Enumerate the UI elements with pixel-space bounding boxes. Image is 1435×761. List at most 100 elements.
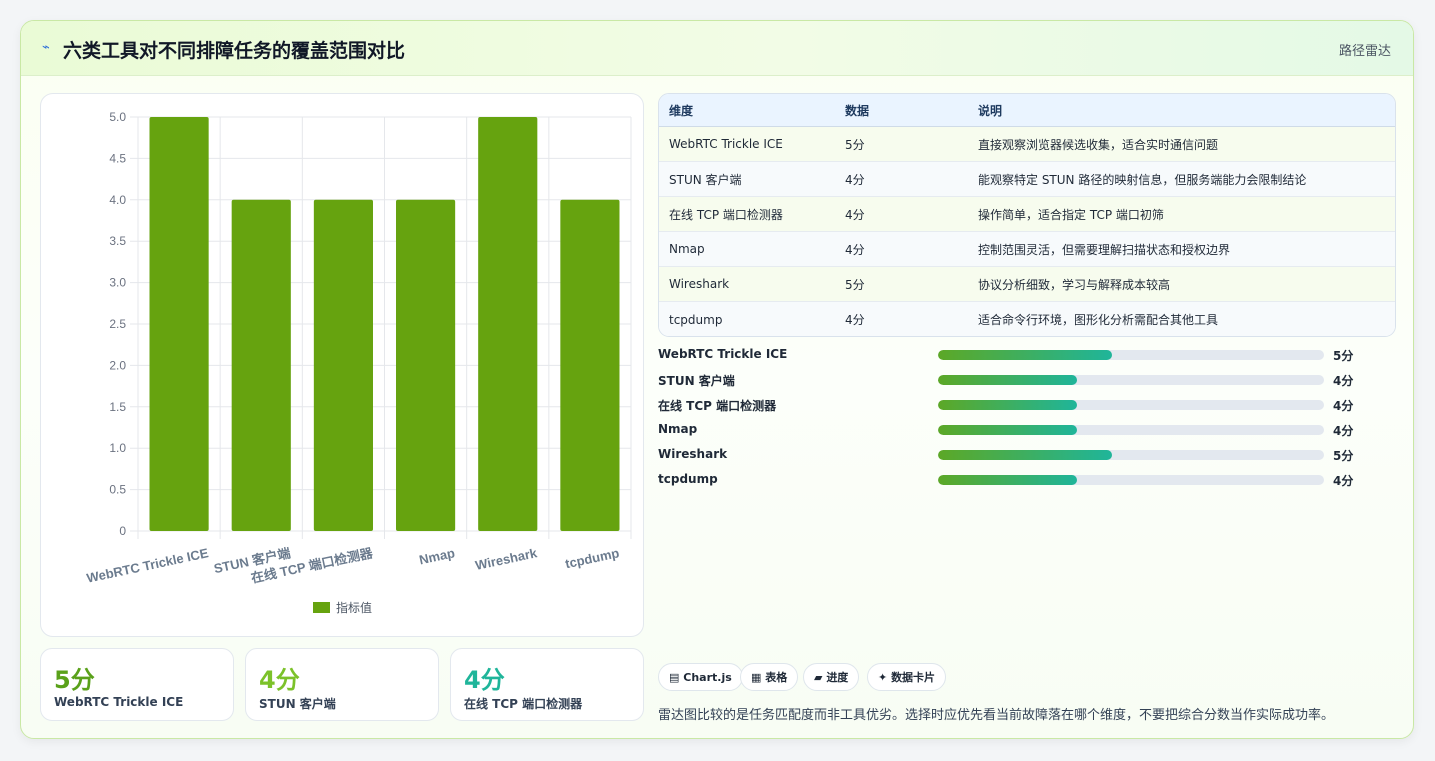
table-header-cell: 数据 [845, 103, 870, 118]
table-row: Wireshark 5分 协议分析细致，学习与解释成本较高 [659, 267, 1395, 302]
table-header-cell: 说明 [978, 103, 1003, 118]
data-table: 维度 数据 说明 WebRTC Trickle ICE 5分 直接观察浏览器候选… [658, 93, 1396, 337]
table-cell: tcpdump [669, 312, 723, 327]
chip-data-card[interactable]: ✦ 数据卡片 [867, 663, 947, 691]
table-cell: 4分 [845, 172, 865, 187]
bar [313, 199, 373, 532]
y-tick-label: 2.0 [109, 358, 126, 372]
stat-label: STUN 客户端 [259, 697, 336, 711]
progress-fill [938, 375, 1077, 385]
chip-label: 表格 [765, 671, 788, 684]
bar-chart: 0 0.5 1.0 1.5 2.0 2.5 3.0 3.5 4.0 4.5 5.0 WebRTC Tr… [85, 110, 632, 615]
chart-icon: ▤ [669, 670, 680, 684]
bar [149, 117, 209, 531]
progress-label: Nmap [658, 422, 698, 436]
table-header-row: 维度 数据 说明 [659, 94, 1395, 127]
y-tick-label: 4.0 [109, 193, 126, 207]
table-cell: STUN 客户端 [669, 172, 742, 187]
y-tick-label: 1.0 [109, 441, 126, 455]
legend-label: 指标值 [336, 600, 372, 615]
progress-track [938, 375, 1324, 385]
footnote: 雷达图比较的是任务匹配度而非工具优劣。选择时应优先看当前故障落在哪个维度，不要把… [658, 708, 1335, 723]
chip-label: 数据卡片 [891, 671, 936, 684]
table-cell: 4分 [845, 242, 865, 257]
chip-chartjs[interactable]: ▤ Chart.js [658, 663, 743, 691]
y-tick-label: 4.5 [109, 151, 126, 165]
table-cell: 适合命令行环境，图形化分析需配合其他工具 [978, 313, 1219, 327]
table-row: WebRTC Trickle ICE 5分 直接观察浏览器候选收集，适合实时通信… [659, 127, 1395, 162]
table-cell: Nmap [669, 242, 705, 256]
progress-value: 4分 [1333, 474, 1354, 488]
table-row: 在线 TCP 端口检测器 4分 操作简单，适合指定 TCP 端口初筛 [659, 197, 1395, 232]
legend-swatch [313, 602, 330, 613]
progress-track [938, 400, 1324, 410]
table-icon: ▦ [751, 670, 762, 684]
y-tick-label: 1.5 [109, 400, 126, 414]
y-tick-label: 0.5 [109, 483, 126, 497]
table-cell: 操作简单，适合指定 TCP 端口初筛 [978, 207, 1164, 222]
stat-card: 5分 WebRTC Trickle ICE [40, 648, 234, 721]
progress-row: WebRTC Trickle ICE 5分 [658, 345, 1358, 365]
page-title: 六类工具对不同排障任务的覆盖范围对比 [63, 40, 406, 62]
progress-track [938, 425, 1324, 435]
sparkle-icon: ⌁ [42, 40, 50, 55]
chip-progress[interactable]: ▰ 进度 [803, 663, 860, 691]
table-row: Nmap 4分 控制范围灵活，但需要理解扫描状态和授权边界 [659, 232, 1395, 267]
y-tick-label: 5.0 [109, 110, 126, 124]
bar [231, 199, 291, 532]
table-cell: 控制范围灵活，但需要理解扫描状态和授权边界 [978, 242, 1231, 257]
bar [478, 117, 538, 531]
progress-value: 5分 [1333, 349, 1354, 363]
y-tick-label: 3.0 [109, 276, 126, 290]
table-row: STUN 客户端 4分 能观察特定 STUN 路径的映射信息，但服务端能力会限制… [659, 162, 1395, 197]
main-panel: ⌁ 六类工具对不同排障任务的覆盖范围对比 路径雷达 0 0.5 1.0 1.5 2.0 2… [20, 20, 1414, 739]
card-icon: ✦ [878, 670, 888, 684]
y-tick-label: 0 [119, 524, 126, 538]
bar [560, 199, 620, 532]
header-tag: 路径雷达 [1338, 44, 1391, 59]
panel-header: ⌁ 六类工具对不同排障任务的覆盖范围对比 路径雷达 [21, 21, 1413, 76]
stat-value: 4分 [259, 666, 300, 694]
progress-icon: ▰ [814, 670, 823, 684]
table-cell: 4分 [845, 313, 865, 327]
stat-label: 在线 TCP 端口检测器 [464, 697, 583, 711]
chip-table[interactable]: ▦ 表格 [740, 663, 799, 691]
progress-track [938, 450, 1324, 460]
progress-value: 4分 [1333, 424, 1354, 438]
progress-value: 5分 [1333, 449, 1354, 463]
x-tick-label: WebRTC Trickle ICE [85, 545, 210, 586]
progress-value: 4分 [1333, 399, 1354, 413]
y-tick-label: 3.5 [109, 234, 126, 248]
bar-chart-card: 0 0.5 1.0 1.5 2.0 2.5 3.0 3.5 4.0 4.5 5.0 WebRTC Tr… [40, 93, 644, 637]
progress-fill [938, 450, 1112, 460]
table-cell: 4分 [845, 207, 865, 222]
progress-label: WebRTC Trickle ICE [658, 347, 788, 361]
x-tick-label: Wireshark [474, 545, 539, 573]
progress-label: 在线 TCP 端口检测器 [658, 399, 777, 413]
progress-row: Wireshark 5分 [658, 445, 1358, 465]
stat-card: 4分 在线 TCP 端口检测器 [450, 648, 644, 721]
chip-label: 进度 [826, 671, 849, 684]
stat-card: 4分 STUN 客户端 [245, 648, 439, 721]
progress-label: STUN 客户端 [658, 374, 735, 388]
table-header-cell: 维度 [669, 103, 694, 118]
progress-row: STUN 客户端 4分 [658, 370, 1358, 390]
progress-track [938, 475, 1324, 485]
table-cell: 直接观察浏览器候选收集，适合实时通信问题 [978, 137, 1219, 152]
progress-row: Nmap 4分 [658, 420, 1358, 440]
table-cell: Wireshark [669, 277, 730, 291]
y-tick-label: 2.5 [109, 317, 126, 331]
progress-fill [938, 425, 1077, 435]
stat-value: 5分 [54, 666, 95, 694]
bar [396, 199, 456, 532]
stat-value: 4分 [464, 666, 505, 694]
progress-fill [938, 350, 1112, 360]
table-cell: 在线 TCP 端口检测器 [669, 207, 783, 222]
progress-fill [938, 400, 1077, 410]
progress-row: 在线 TCP 端口检测器 4分 [658, 395, 1358, 415]
x-tick-label: tcpdump [564, 545, 621, 571]
progress-label: Wireshark [658, 447, 728, 461]
progress-row: tcpdump 4分 [658, 470, 1358, 490]
table-cell: 能观察特定 STUN 路径的映射信息，但服务端能力会限制结论 [978, 172, 1307, 187]
chip-label: Chart.js [683, 670, 732, 684]
